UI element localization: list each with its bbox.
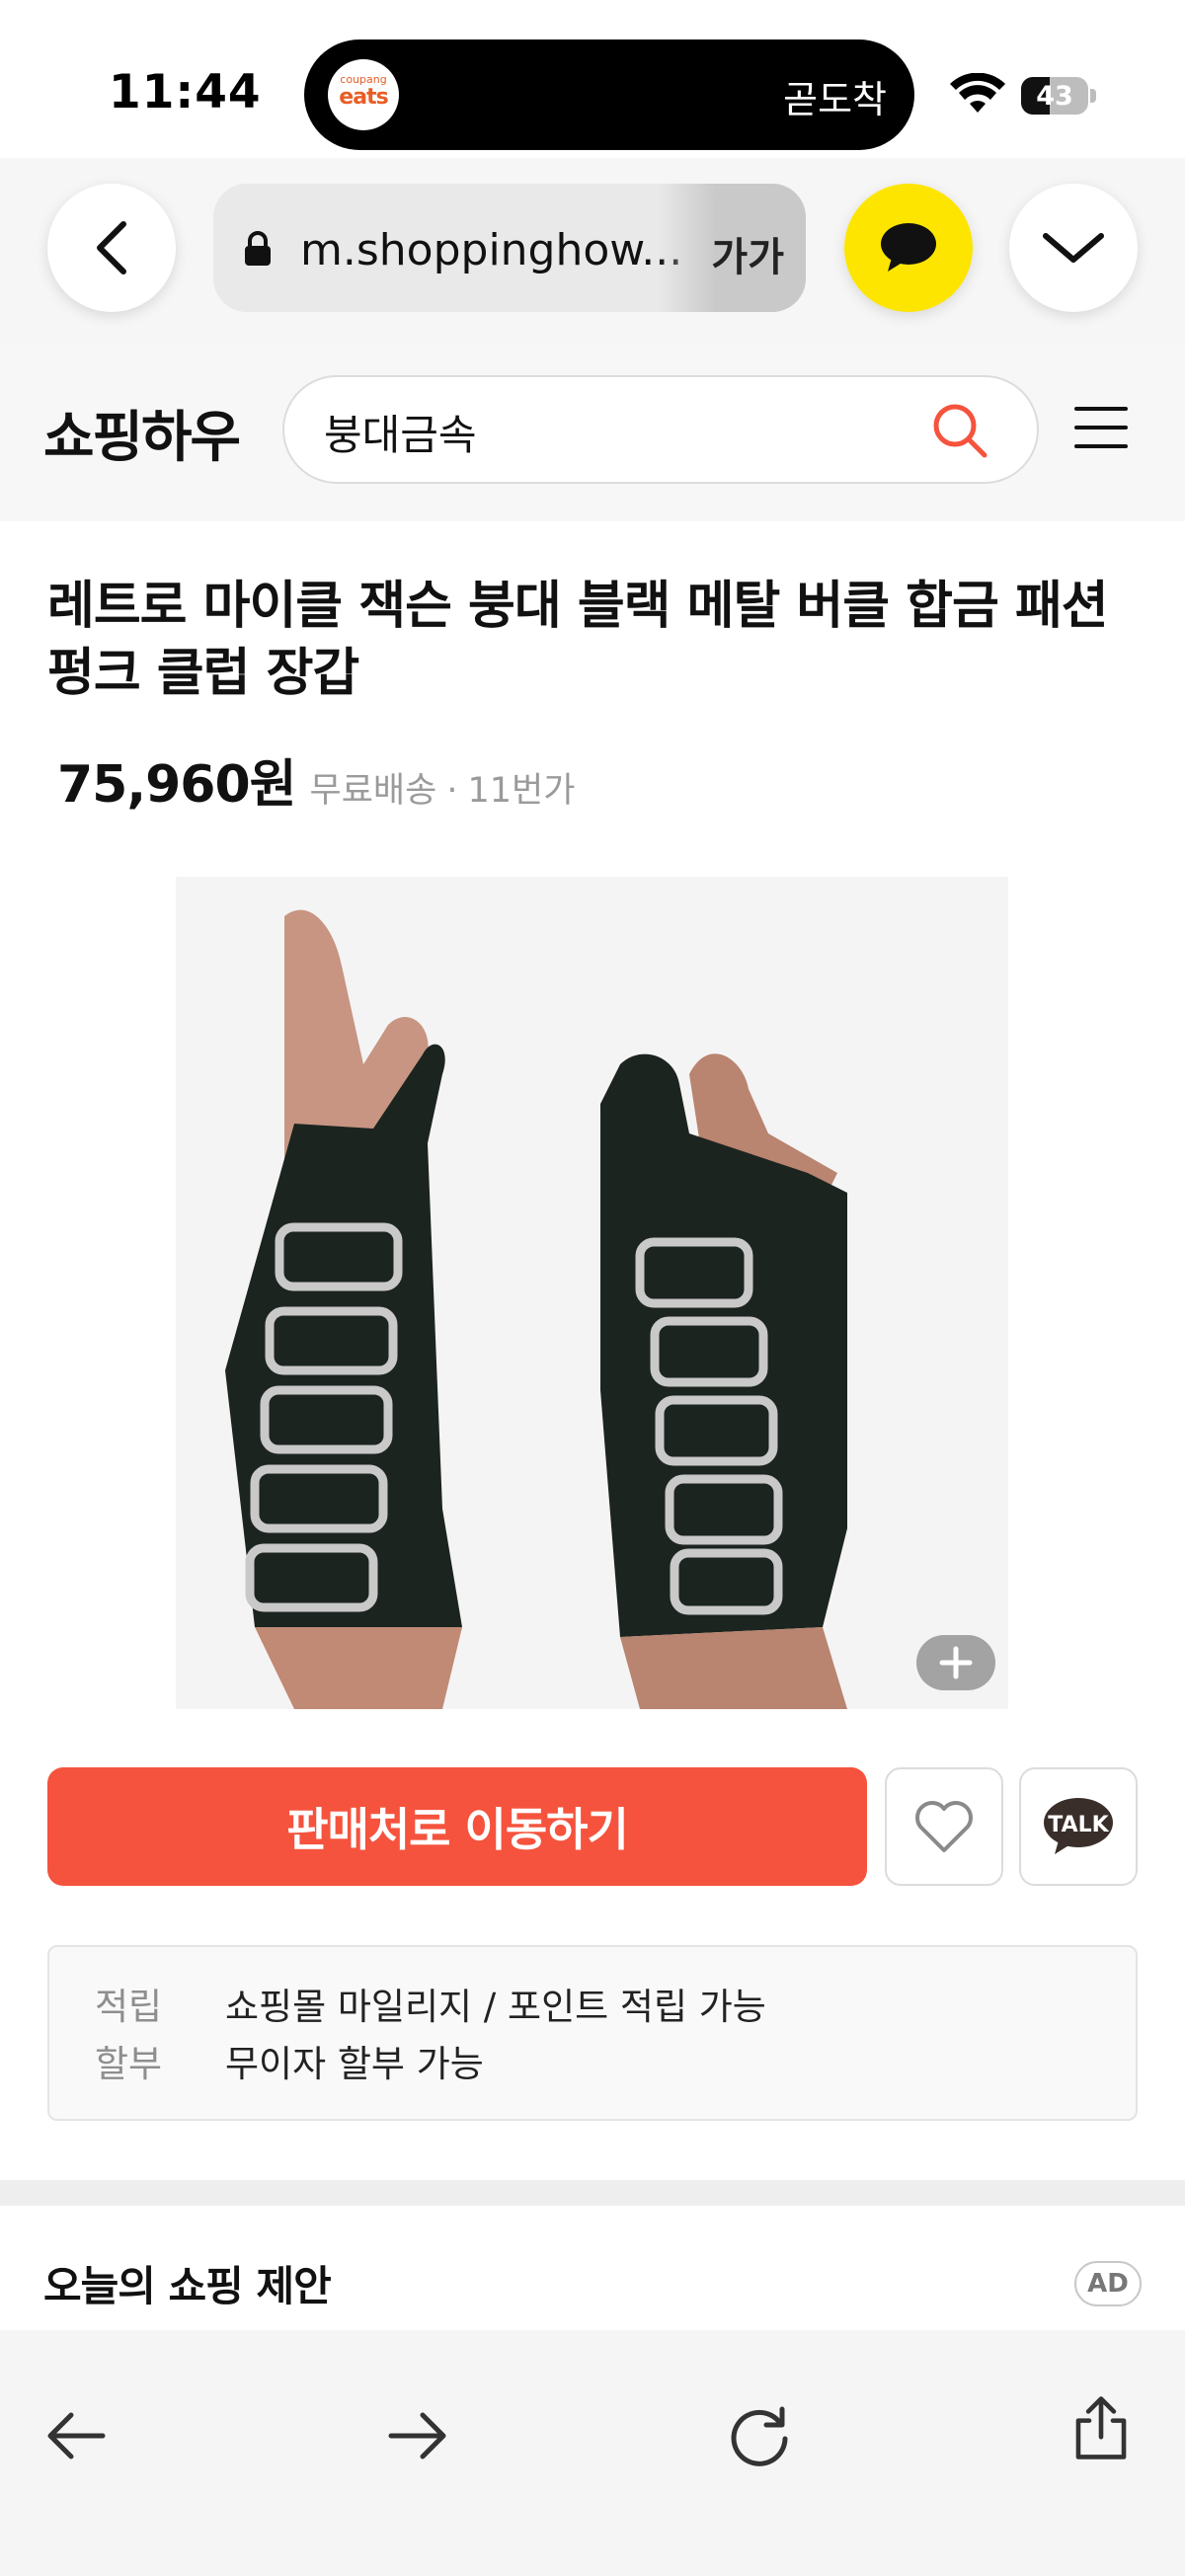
hamburger-menu-icon[interactable] xyxy=(1072,403,1130,452)
battery-level: 43 xyxy=(1036,81,1073,112)
chevron-down-icon xyxy=(1043,233,1104,263)
wifi-icon xyxy=(950,73,1005,113)
text-size-button[interactable]: 가가 xyxy=(658,184,806,312)
product-price: 75,960원 xyxy=(57,755,297,815)
url-text[interactable]: m.shoppinghow... xyxy=(300,225,695,275)
go-to-seller-button[interactable]: 판매처로 이동하기 xyxy=(47,1767,867,1886)
separator-dot: · xyxy=(446,771,458,811)
status-bar: 11:44 coupang eats 곧도착 43 xyxy=(0,0,1185,158)
talk-icon: TALK xyxy=(1044,1798,1113,1854)
price-row: 75,960원 무료배송 · 11번가 xyxy=(57,742,575,815)
share-icon[interactable] xyxy=(1066,2393,1136,2462)
delivery-status-text: 곧도착 xyxy=(783,78,887,121)
reload-icon[interactable] xyxy=(725,2401,794,2470)
shipping-info: 무료배송 xyxy=(309,771,437,811)
seller-name: 11번가 xyxy=(467,771,576,811)
address-bar[interactable]: m.shoppinghow... 가가 xyxy=(213,184,806,312)
image-zoom-button[interactable] xyxy=(916,1635,995,1690)
benefit-info-box: 적립 쇼핑몰 마일리지 / 포인트 적립 가능 할부 무이자 할부 가능 xyxy=(47,1945,1138,2121)
coupang-eats-logo: coupang eats xyxy=(328,59,399,130)
battery-icon: 43 xyxy=(1021,77,1096,115)
collapse-toolbar-button[interactable] xyxy=(1009,184,1138,312)
arrow-right-icon[interactable] xyxy=(383,2401,452,2470)
glove-illustration xyxy=(176,877,1008,1709)
browser-toolbar: m.shoppinghow... 가가 xyxy=(0,158,1185,344)
section-divider xyxy=(0,2180,1185,2206)
kakao-chat-icon xyxy=(881,223,936,272)
browser-back-button[interactable] xyxy=(47,184,176,312)
wishlist-button[interactable] xyxy=(885,1767,1003,1886)
talk-label: TALK xyxy=(1048,1813,1109,1837)
product-title: 레트로 마이클 잭슨 붕대 블랙 메탈 버클 합금 패션 펑크 클럽 장갑 xyxy=(47,577,1109,703)
search-input[interactable] xyxy=(324,403,897,460)
benefit-label: 적립 xyxy=(95,1986,163,2028)
recommendation-section-title: 오늘의 쇼핑 제안 xyxy=(43,2262,332,2310)
benefit-value: 쇼핑몰 마일리지 / 포인트 적립 가능 xyxy=(225,1986,766,2028)
site-header: 쇼핑하우 xyxy=(0,344,1185,521)
arrow-left-icon[interactable] xyxy=(41,2401,111,2470)
browser-bottom-toolbar xyxy=(0,2330,1185,2576)
ad-badge[interactable]: AD xyxy=(1074,2261,1142,2306)
kakao-talk-share-button[interactable]: TALK xyxy=(1019,1767,1138,1886)
plus-icon xyxy=(939,1646,973,1679)
benefit-value: 무이자 할부 가능 xyxy=(225,2043,484,2085)
text-size-label: 가가 xyxy=(711,235,784,280)
search-icon[interactable] xyxy=(930,401,989,460)
product-image[interactable] xyxy=(176,877,1008,1709)
kakao-chat-button[interactable] xyxy=(844,184,973,312)
search-box[interactable] xyxy=(282,375,1039,484)
dynamic-island[interactable]: coupang eats 곧도착 xyxy=(304,39,914,150)
benefit-label: 할부 xyxy=(95,2043,163,2085)
heart-icon xyxy=(915,1801,973,1852)
site-logo[interactable]: 쇼핑하우 xyxy=(43,393,241,473)
chevron-left-icon xyxy=(97,221,126,274)
lock-icon xyxy=(245,231,271,266)
status-time: 11:44 xyxy=(109,65,262,119)
